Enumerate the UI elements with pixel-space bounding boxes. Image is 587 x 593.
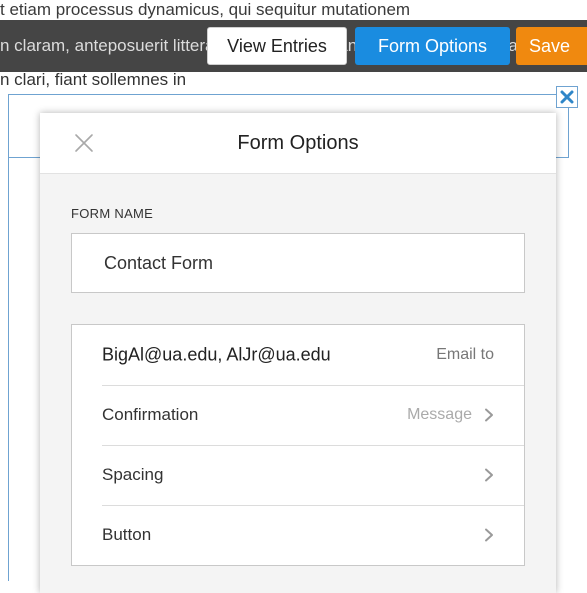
editor-toolbar: n claram, anteposuerit litterarum formas… — [0, 20, 587, 72]
confirmation-value: Message — [407, 406, 472, 423]
button-row[interactable]: Button — [72, 505, 524, 565]
view-entries-button[interactable]: View Entries — [207, 27, 347, 65]
x-icon — [560, 90, 574, 104]
form-name-input[interactable]: Contact Form — [71, 233, 525, 293]
chevron-right-icon — [485, 408, 493, 422]
spacing-label: Spacing — [102, 465, 164, 484]
form-options-modal: Form Options FORM NAME Contact Form BigA… — [40, 113, 556, 593]
button-label: Button — [102, 525, 152, 544]
chevron-right-icon — [485, 468, 493, 482]
background-text-line: n clari, fiant sollemnes in — [0, 70, 187, 89]
background-text-line: t etiam processus dynamicus, qui sequitu… — [0, 0, 411, 19]
confirmation-label: Confirmation — [102, 405, 199, 424]
save-button[interactable]: Save — [516, 27, 587, 65]
spacing-row[interactable]: Spacing — [72, 445, 524, 505]
chevron-right-icon — [485, 528, 493, 542]
editor-frame-edge — [8, 94, 9, 581]
email-to-label: Email to — [436, 346, 494, 363]
modal-title: Form Options — [237, 132, 359, 154]
form-settings-list: BigAl@ua.edu, AlJr@ua.edu Email to Confi… — [71, 324, 525, 566]
email-to-row[interactable]: BigAl@ua.edu, AlJr@ua.edu Email to — [72, 325, 524, 385]
remove-block-button[interactable] — [556, 86, 578, 108]
form-name-label: FORM NAME — [71, 206, 154, 221]
form-options-button[interactable]: Form Options — [355, 27, 510, 65]
modal-header: Form Options — [40, 113, 556, 174]
email-recipients: BigAl@ua.edu, AlJr@ua.edu — [102, 344, 331, 365]
confirmation-row[interactable]: Confirmation Message — [72, 385, 524, 445]
